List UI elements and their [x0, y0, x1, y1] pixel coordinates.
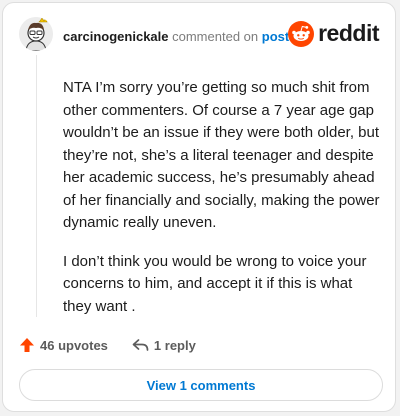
upvote-arrow-icon	[20, 338, 34, 352]
thread-line	[36, 55, 37, 317]
upvote-count: 46 upvotes	[40, 337, 108, 353]
comment-paragraph: NTA I’m sorry you’re getting so much shi…	[63, 79, 380, 231]
view-comments-button[interactable]: View 1 comments	[19, 369, 383, 401]
username-link[interactable]: carcinogenickale	[63, 29, 169, 44]
comment-paragraph: I don’t think you would be wrong to voic…	[63, 252, 367, 315]
reply-button[interactable]: 1 reply	[132, 338, 196, 353]
reddit-snoo-icon	[288, 20, 315, 47]
comment-body: NTA I’m sorry you’re getting so much shi…	[63, 77, 381, 334]
reddit-wordmark: reddit	[318, 20, 379, 46]
upvote-button[interactable]: 46 upvotes	[19, 337, 108, 353]
comment-header: carcinogenickale commented on post reddi…	[19, 17, 383, 53]
post-link[interactable]: post	[262, 29, 289, 44]
comment-actions: 46 upvotes 1 reply	[19, 335, 196, 355]
comment-card: carcinogenickale commented on post reddi…	[2, 2, 396, 412]
action-text: commented on	[172, 29, 259, 44]
comment-byline: carcinogenickale commented on post	[63, 29, 289, 44]
reply-count: 1 reply	[153, 337, 196, 353]
reddit-logo[interactable]: reddit	[288, 20, 379, 47]
reply-arrow-icon	[132, 339, 149, 351]
user-avatar[interactable]	[19, 17, 53, 51]
